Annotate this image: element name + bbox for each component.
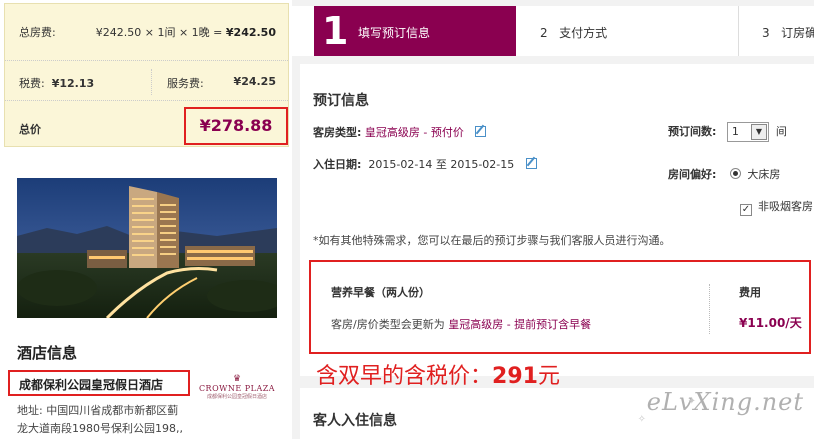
main-content: 1 填写预订信息 2 支付方式 3 订房确 预订信息 客房类型: 皇冠高级房 -… xyxy=(292,0,814,439)
breakfast-fee-label: 费用 xyxy=(739,286,761,299)
breakfast-fee-value: ¥11.00/天 xyxy=(739,316,802,330)
booking-steps: 1 填写预订信息 2 支付方式 3 订房确 xyxy=(292,6,814,56)
rooms-label: 预订间数: xyxy=(668,125,717,138)
booking-info-title: 预订信息 xyxy=(313,93,369,109)
nosmoke-field: ✓ 非吸烟客房 xyxy=(740,198,813,216)
hotel-section-title: 酒店信息 xyxy=(17,344,78,362)
rooms-select[interactable]: 1 ▼ xyxy=(726,122,769,142)
sparkle-icon: ✦ xyxy=(687,396,696,407)
room-fee-formula: ¥242.50 × 1间 × 1晚 = xyxy=(95,26,223,39)
tax-label: 税费: ¥12.13 xyxy=(19,77,95,90)
chevron-down-icon[interactable]: ▼ xyxy=(750,124,767,140)
total-row: 总价 ¥278.88 xyxy=(5,100,288,148)
breakfast-desc-link[interactable]: 皇冠高级房 - 提前预订含早餐 xyxy=(448,318,591,331)
rooms-field: 预订间数: 1 ▼ 间 xyxy=(668,122,787,142)
room-fee-total: ¥242.50 xyxy=(225,26,276,39)
rooms-unit: 间 xyxy=(775,125,787,138)
room-pref-field: 房间偏好: 大床房 xyxy=(668,166,780,182)
hotel-photo-image xyxy=(17,178,277,318)
bed-radio[interactable] xyxy=(730,168,742,179)
crown-icon: ♛ xyxy=(232,374,242,384)
special-request-note: *如有其他特殊需求，您可以在最后的预订步骤与我们客服人员进行沟通。 xyxy=(313,234,671,247)
date-field: 入住日期: 2015-02-14 至 2015-02-15 xyxy=(313,156,537,172)
pref-label: 房间偏好: xyxy=(668,168,717,181)
room-fee-calc: ¥242.50 × 1间 × 1晚 = ¥242.50 xyxy=(96,24,276,40)
edit-icon[interactable] xyxy=(525,158,537,169)
step-1-label: 填写预订信息 xyxy=(358,26,431,40)
breakfast-desc-prefix: 客房/房价类型会更新为 xyxy=(331,318,445,331)
sparkle-icon: ✧ xyxy=(637,414,646,425)
annotation-prefix: 含双早的含税价： xyxy=(316,364,493,389)
divider xyxy=(709,284,710,334)
tax-value: ¥12.13 xyxy=(51,77,95,90)
annotation-suffix: 元 xyxy=(537,364,560,389)
room-type-field: 客房类型: 皇冠高级房 - 预付价 xyxy=(313,124,487,140)
annotation-amount: 291 xyxy=(492,364,538,389)
edit-icon[interactable] xyxy=(475,126,487,137)
rooms-select-value: 1 xyxy=(731,125,739,138)
room-type-value[interactable]: 皇冠高级房 - 预付价 xyxy=(365,126,464,139)
watermark: eLvXing.net xyxy=(646,388,804,416)
logo-subtext: 成都保利公园皇冠假日酒店 xyxy=(206,394,267,400)
nosmoke-checkbox[interactable]: ✓ xyxy=(740,204,752,216)
price-summary: 总房费: ¥242.50 × 1间 × 1晚 = ¥242.50 税费: ¥12… xyxy=(4,3,289,147)
step-3-label: 订房确 xyxy=(781,26,814,40)
divider xyxy=(151,69,152,95)
step-2: 2 支付方式 xyxy=(540,24,607,41)
breakfast-option-highlight[interactable]: 营养早餐（两人份） 客房/房价类型会更新为 皇冠高级房 - 提前预订含早餐 费用… xyxy=(309,260,811,354)
booking-info-panel: 预订信息 客房类型: 皇冠高级房 - 预付价 入住日期: 2015-02-14 … xyxy=(300,64,814,376)
step-1-number: 1 xyxy=(322,9,349,53)
address-line-1: 地址: 中国四川省成都市新都区蓟 xyxy=(17,404,179,417)
breakfast-title: 营养早餐（两人份） xyxy=(331,286,430,299)
room-type-label: 客房类型: xyxy=(313,126,362,139)
room-fee-label: 总房费: xyxy=(19,26,56,39)
step-1-active: 1 填写预订信息 xyxy=(314,6,516,56)
service-value: ¥24.25 xyxy=(233,75,276,88)
guest-info-title: 客人入住信息 xyxy=(313,413,397,429)
date-label: 入住日期: xyxy=(313,158,362,171)
total-label: 总价 xyxy=(19,123,41,136)
logo-text: CROWNE PLAZA xyxy=(198,384,276,393)
service-label: 服务费: xyxy=(167,77,204,90)
total-price-highlight: ¥278.88 xyxy=(184,107,288,145)
step-2-number: 2 xyxy=(540,26,548,40)
address-line-2: 龙大道南段1980号保利公园198,, xyxy=(17,422,183,435)
tax-service-row: 税费: ¥12.13 服务费: ¥24.25 xyxy=(5,60,288,98)
step-3-number: 3 xyxy=(762,26,770,40)
hotel-address: 地址: 中国四川省成都市新都区蓟 龙大道南段1980号保利公园198,, xyxy=(17,402,293,438)
date-value: 2015-02-14 至 2015-02-15 xyxy=(368,158,515,171)
crowne-plaza-logo: ♛ CROWNE PLAZA 成都保利公园皇冠假日酒店 xyxy=(198,374,276,402)
total-value: ¥278.88 xyxy=(199,116,273,135)
hotel-name[interactable]: 成都保利公园皇冠假日酒店 xyxy=(19,376,163,393)
left-sidebar: 总房费: ¥242.50 × 1间 × 1晚 = ¥242.50 税费: ¥12… xyxy=(0,0,292,439)
step-3: 3 订房确 xyxy=(762,24,814,41)
bed-radio-label: 大床房 xyxy=(747,168,781,181)
step-divider xyxy=(738,6,739,56)
hotel-photo[interactable] xyxy=(17,178,277,318)
room-fee-row: 总房费: ¥242.50 × 1间 × 1晚 = ¥242.50 xyxy=(5,4,288,56)
step-2-label: 支付方式 xyxy=(559,26,608,40)
price-annotation: 含双早的含税价：291元 xyxy=(316,358,560,390)
hotel-name-highlight: 成都保利公园皇冠假日酒店 xyxy=(8,370,190,396)
breakfast-desc: 客房/房价类型会更新为 皇冠高级房 - 提前预订含早餐 xyxy=(331,316,591,332)
nosmoke-label: 非吸烟客房 xyxy=(758,200,813,213)
